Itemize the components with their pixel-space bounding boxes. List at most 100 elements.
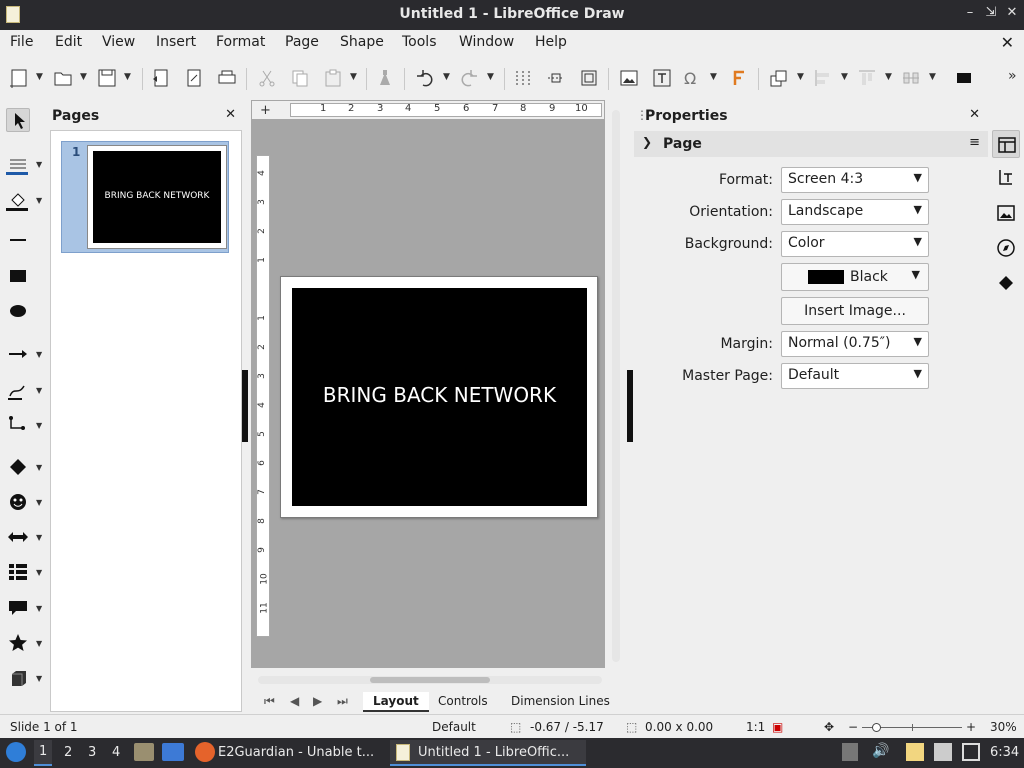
restore-button[interactable]: ⇲ <box>983 5 999 23</box>
menu-edit[interactable]: Edit <box>55 34 82 50</box>
transformations-dropdown-icon[interactable]: ▼ <box>797 72 804 82</box>
distribute-dropdown-icon[interactable]: ▼ <box>929 72 936 82</box>
menu-shape[interactable]: Shape <box>340 34 384 50</box>
menu-file[interactable]: File <box>10 34 33 50</box>
menu-view[interactable]: View <box>102 34 135 50</box>
file-manager-icon[interactable] <box>134 743 154 761</box>
ellipse-icon[interactable] <box>6 299 30 323</box>
arrange-dropdown-icon[interactable]: ▼ <box>885 72 892 82</box>
connectors-dropdown-icon[interactable]: ▼ <box>36 421 42 430</box>
redo-dropdown-icon[interactable]: ▼ <box>487 72 494 82</box>
close-sidebar-icon[interactable]: ✕ <box>969 107 980 122</box>
master-page-select[interactable]: Default ▼ <box>781 363 929 389</box>
background-color-button[interactable]: Black ▼ <box>781 263 929 291</box>
3d-objects-icon[interactable] <box>6 666 30 690</box>
undo-icon[interactable] <box>414 67 436 89</box>
sidebar-splitter[interactable] <box>627 370 633 442</box>
menu-page[interactable]: Page <box>285 34 319 50</box>
undo-dropdown-icon[interactable]: ▼ <box>443 72 450 82</box>
tab-layout[interactable]: Layout <box>363 692 429 712</box>
tab-dimension-lines[interactable]: Dimension Lines <box>501 692 620 712</box>
curves-dropdown-icon[interactable]: ▼ <box>36 386 42 395</box>
shadow-icon[interactable] <box>954 67 976 89</box>
special-character-dropdown-icon[interactable]: ▼ <box>710 72 717 82</box>
insert-textbox-icon[interactable] <box>651 67 673 89</box>
new-document-icon[interactable] <box>8 67 30 89</box>
slide-text[interactable]: BRING BACK NETWORK <box>292 383 587 407</box>
page-section-header[interactable]: ❯ Page ≡ <box>634 131 988 157</box>
draw-task[interactable]: Untitled 1 - LibreOffic... <box>390 740 586 766</box>
menu-window[interactable]: Window <box>459 34 514 50</box>
flowchart-icon[interactable] <box>6 560 30 584</box>
transformations-icon[interactable] <box>768 67 790 89</box>
properties-deck-icon[interactable] <box>992 130 1020 158</box>
open-dropdown-icon[interactable]: ▼ <box>80 72 87 82</box>
layout-status[interactable]: Default <box>432 720 476 734</box>
print-icon[interactable] <box>216 67 238 89</box>
zoom-out-icon[interactable]: − <box>848 720 858 734</box>
document-modified-icon[interactable]: ▣ <box>772 720 783 734</box>
zoom-page-icon[interactable] <box>578 67 600 89</box>
zoom-level[interactable]: 30% <box>990 720 1017 734</box>
rectangle-icon[interactable] <box>6 264 30 288</box>
line-color-icon[interactable] <box>6 152 30 176</box>
workspace-4[interactable]: 4 <box>112 745 120 760</box>
section-menu-icon[interactable]: ≡ <box>969 135 980 150</box>
next-tab-icon[interactable]: ▶ <box>313 694 322 708</box>
fill-color-dropdown-icon[interactable]: ▼ <box>36 196 42 205</box>
first-tab-icon[interactable]: ⏮ <box>264 694 275 709</box>
fit-page-icon[interactable]: ✥ <box>824 720 834 734</box>
workspace-3[interactable]: 3 <box>88 745 96 760</box>
start-menu-icon[interactable] <box>6 742 26 762</box>
save-icon[interactable] <box>96 67 118 89</box>
menu-help[interactable]: Help <box>535 34 567 50</box>
block-arrows-icon[interactable] <box>6 525 30 549</box>
block-arrows-dropdown-icon[interactable]: ▼ <box>36 533 42 542</box>
export-icon[interactable] <box>150 67 172 89</box>
fill-color-icon[interactable] <box>6 188 30 212</box>
export-pdf-icon[interactable] <box>183 67 205 89</box>
tray-package-icon[interactable] <box>842 743 858 761</box>
3d-objects-dropdown-icon[interactable]: ▼ <box>36 674 42 683</box>
ruler-origin-icon[interactable]: + <box>260 103 271 118</box>
volume-icon[interactable]: 🔊 <box>872 743 889 759</box>
menu-tools[interactable]: Tools <box>402 34 437 50</box>
format-select[interactable]: Screen 4:3 ▼ <box>781 167 929 193</box>
previous-tab-icon[interactable]: ◀ <box>290 694 299 708</box>
close-document-icon[interactable]: ✕ <box>1001 33 1014 52</box>
color-dropdown-icon[interactable]: ▼ <box>912 268 920 281</box>
callout-icon[interactable] <box>6 596 30 620</box>
workspace-1[interactable]: 1 <box>34 740 53 766</box>
copy-icon[interactable] <box>289 67 311 89</box>
last-tab-icon[interactable]: ⏭ <box>337 694 348 709</box>
horizontal-ruler[interactable]: + 1 2 3 4 5 6 7 8 9 10 <box>252 101 604 119</box>
menu-insert[interactable]: Insert <box>156 34 196 50</box>
page-thumbnail-1[interactable]: 1 BRING BACK NETWORK <box>61 141 229 253</box>
line-icon[interactable] <box>6 228 30 252</box>
vertical-ruler[interactable]: 4 3 2 1 1 2 3 4 5 6 7 8 9 10 11 <box>256 155 270 637</box>
gallery-deck-icon[interactable] <box>992 199 1020 227</box>
symbol-shapes-dropdown-icon[interactable]: ▼ <box>36 498 42 507</box>
scale-status[interactable]: 1:1 <box>746 720 765 734</box>
grid-icon[interactable] <box>512 67 534 89</box>
paste-dropdown-icon[interactable]: ▼ <box>350 72 357 82</box>
slide-page[interactable]: BRING BACK NETWORK <box>280 276 598 518</box>
connector-icon[interactable] <box>6 413 30 437</box>
pages-panel-splitter[interactable] <box>242 370 248 442</box>
clock[interactable]: 6:34 <box>990 745 1019 760</box>
save-dropdown-icon[interactable]: ▼ <box>124 72 131 82</box>
paste-icon[interactable] <box>322 67 344 89</box>
clone-formatting-icon[interactable] <box>374 67 396 89</box>
insert-image-button[interactable]: Insert Image... <box>781 297 929 325</box>
fontwork-icon[interactable] <box>728 67 750 89</box>
close-pages-panel-icon[interactable]: ✕ <box>225 107 236 122</box>
zoom-in-icon[interactable]: + <box>966 720 976 734</box>
close-window-button[interactable]: ✕ <box>1004 5 1020 23</box>
more-tools-icon[interactable]: » <box>1008 68 1017 84</box>
callouts-dropdown-icon[interactable]: ▼ <box>36 604 42 613</box>
stars-dropdown-icon[interactable]: ▼ <box>36 639 42 648</box>
show-desktop-icon[interactable] <box>162 743 184 761</box>
vertical-scrollbar[interactable] <box>612 110 620 662</box>
minimize-button[interactable]: – <box>962 5 978 23</box>
align-objects-icon[interactable] <box>812 67 834 89</box>
